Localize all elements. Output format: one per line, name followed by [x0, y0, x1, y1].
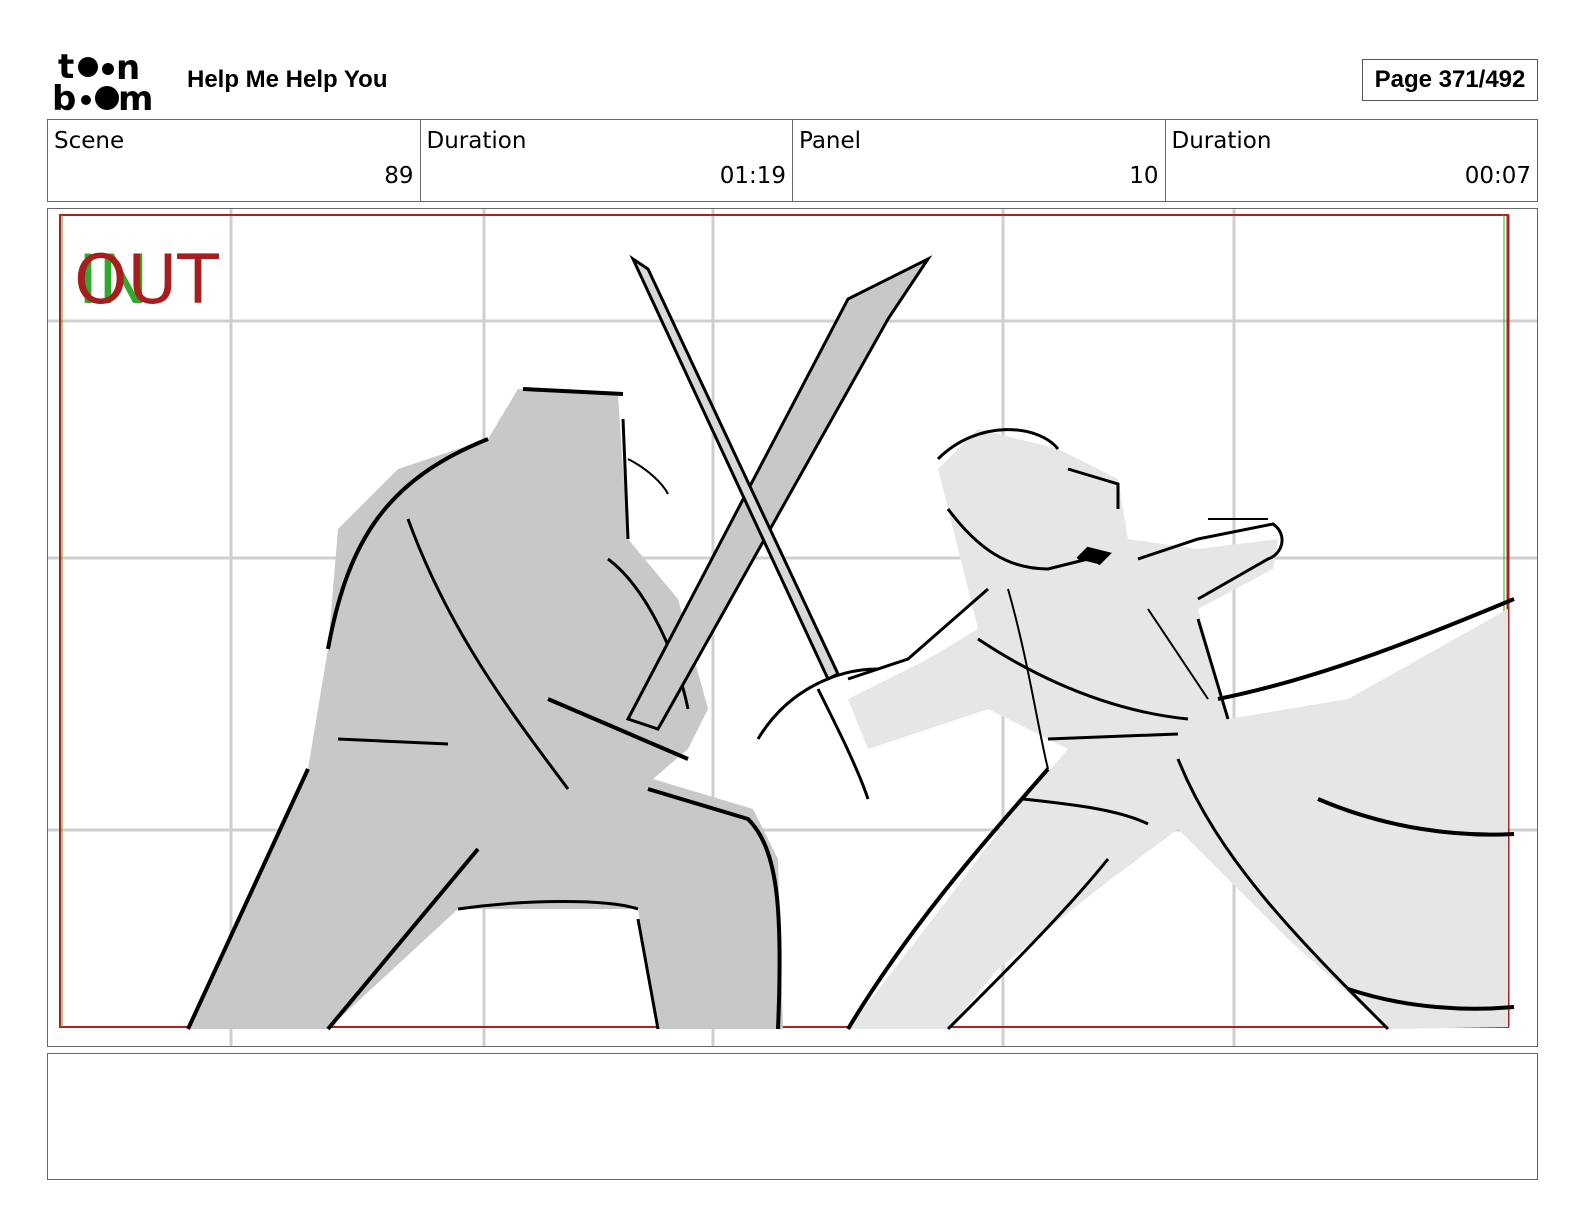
panel-cell: Panel 10	[793, 120, 1166, 201]
panel-label: Panel	[799, 128, 862, 154]
scene-label: Scene	[54, 128, 125, 154]
panel-notes-box	[47, 1053, 1538, 1180]
panel-value: 10	[1129, 163, 1159, 189]
scene-duration-label: Duration	[426, 128, 527, 154]
panel-duration-value: 00:07	[1464, 163, 1531, 189]
scene-value: 89	[384, 163, 414, 189]
scene-cell: Scene 89	[48, 120, 421, 201]
out-marker: OUT	[74, 241, 219, 320]
svg-text:m: m	[118, 79, 153, 114]
scene-duration-cell: Duration 01:19	[421, 120, 793, 201]
project-title: Help Me Help You	[187, 66, 388, 93]
panel-duration-label: Duration	[1171, 128, 1272, 154]
page-counter-label: Page 371/492	[1374, 66, 1526, 93]
scene-duration-value: 01:19	[719, 163, 786, 189]
right-fighter-figure	[846, 428, 1515, 1031]
toonboom-logo: t n b m	[50, 47, 166, 119]
panel-duration-cell: Duration 00:07	[1166, 120, 1538, 201]
panel-info-strip: Scene 89 Duration 01:19 Panel 10 Duratio…	[47, 119, 1538, 202]
toonboom-logo-mark: t n b m	[52, 47, 153, 119]
svg-text:b: b	[52, 79, 76, 114]
page-counter: Page 371/492	[1362, 59, 1538, 101]
storyboard-panel: IN OUT	[47, 208, 1538, 1047]
storyboard-drawing: IN OUT	[48, 209, 1537, 1046]
